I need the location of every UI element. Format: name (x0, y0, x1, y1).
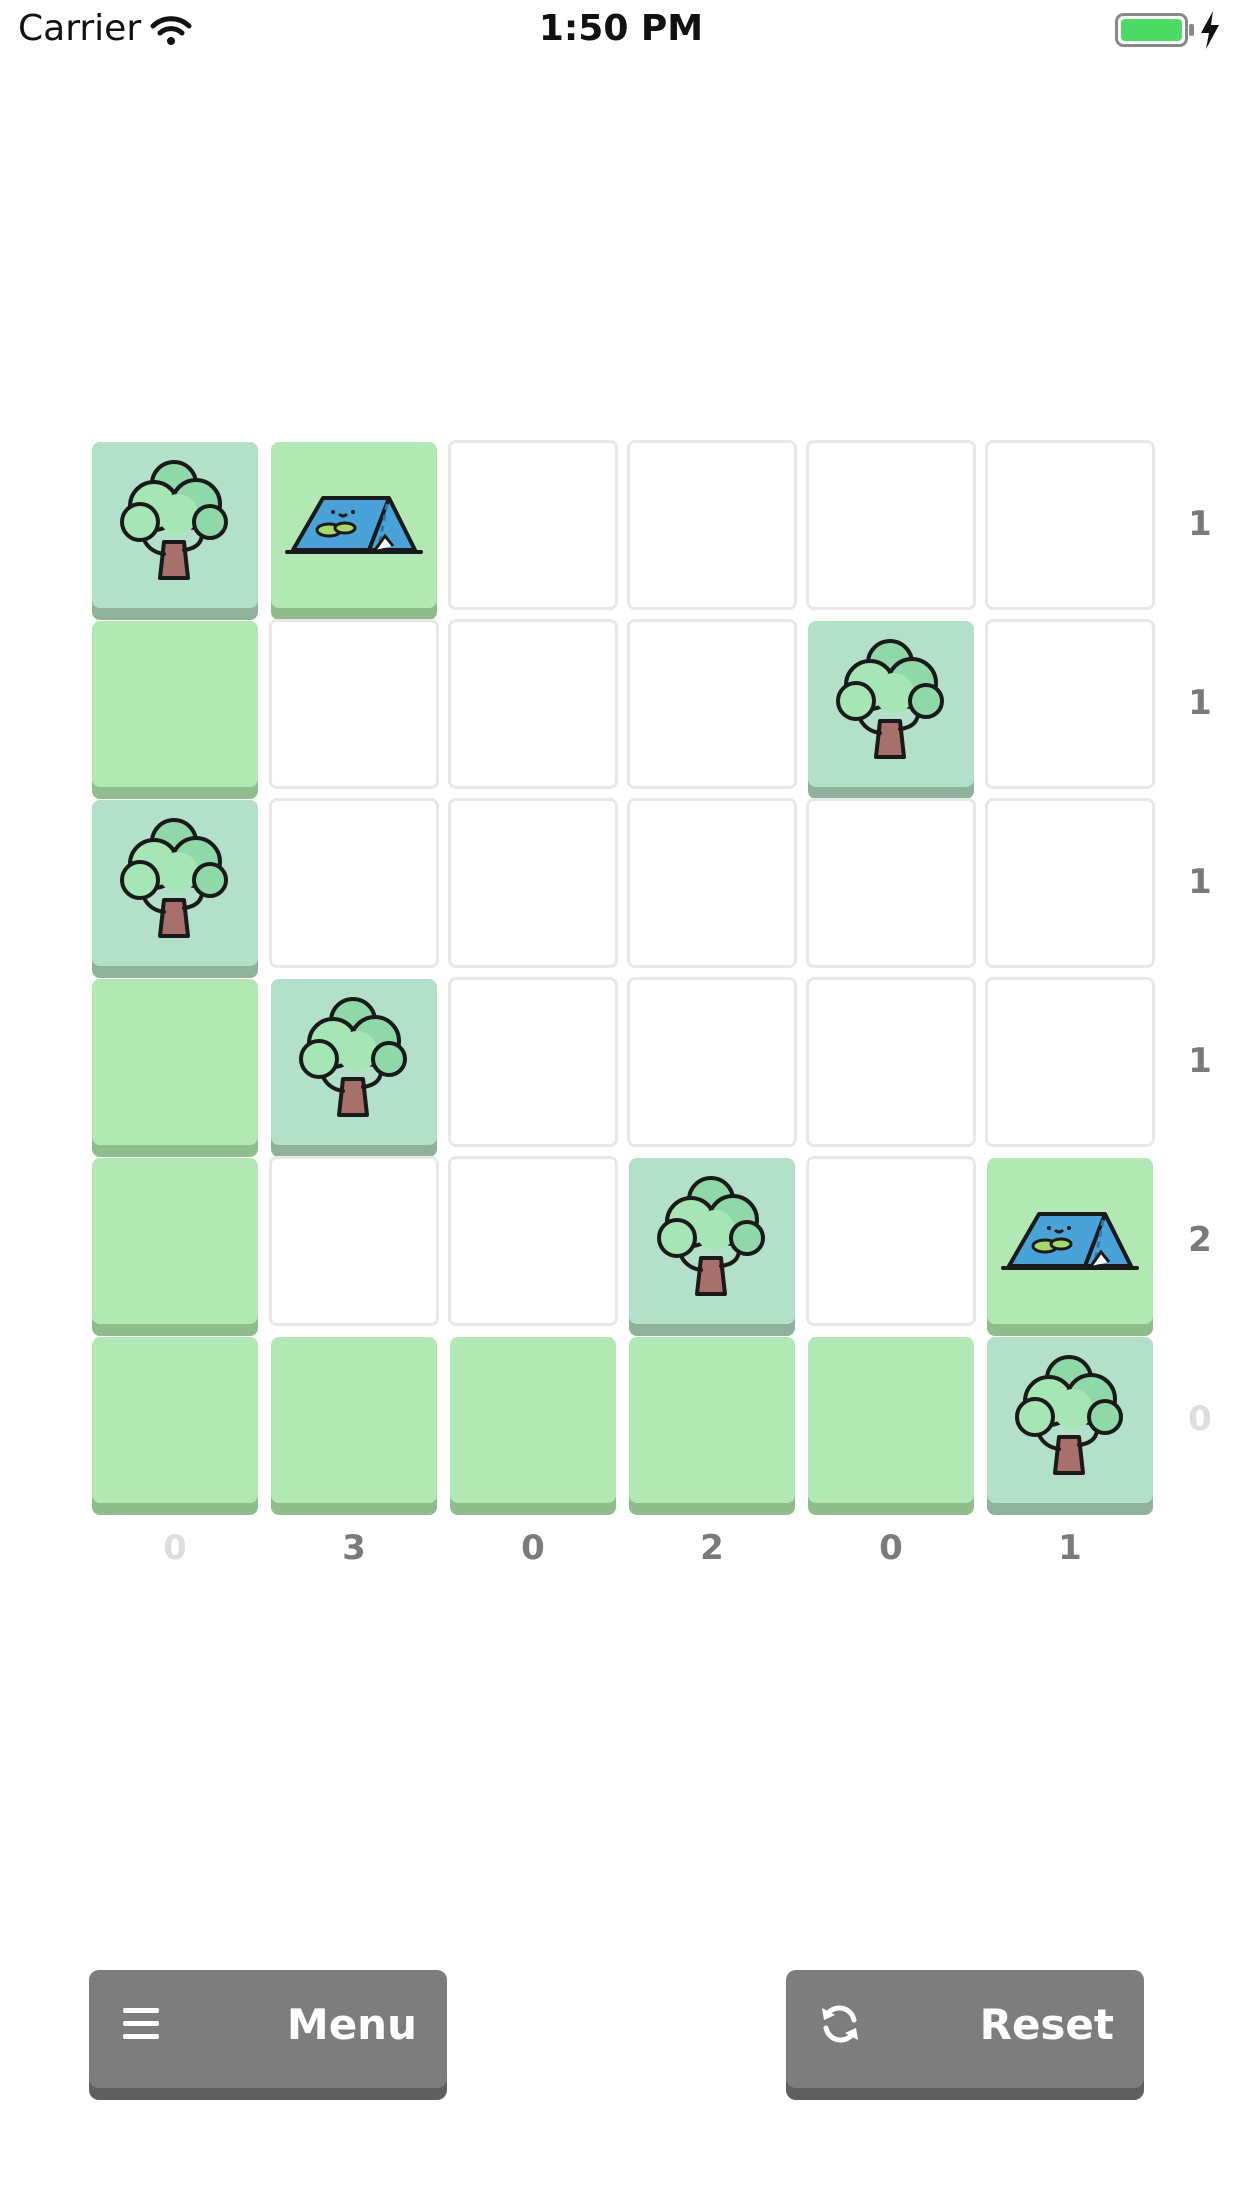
tree-icon (299, 997, 407, 1117)
reset-button-label: Reset (979, 2000, 1114, 2049)
row-clue-6: 0 (1188, 1399, 1212, 1439)
reset-button[interactable]: Reset (786, 1970, 1144, 2088)
board-row-6: 0 (92, 1337, 1242, 1509)
cell-grass-r6c3[interactable] (450, 1337, 616, 1503)
cell-grass-r6c1[interactable] (92, 1337, 258, 1503)
cell-tree-r5c4 (629, 1158, 795, 1324)
row-clue-5: 2 (1188, 1220, 1212, 1260)
refresh-icon (822, 2005, 858, 2043)
cell-empty-r1c6[interactable] (985, 440, 1155, 610)
cell-empty-r4c6[interactable] (985, 977, 1155, 1147)
tree-icon (120, 818, 228, 938)
cell-empty-r3c5[interactable] (806, 798, 976, 968)
board-row-5: 2 (92, 1156, 1242, 1330)
cell-grass-r6c2[interactable] (271, 1337, 437, 1503)
cell-empty-r3c3[interactable] (448, 798, 618, 968)
column-clue-3: 0 (521, 1528, 545, 1568)
cell-empty-r2c4[interactable] (627, 619, 797, 789)
cell-empty-r4c4[interactable] (627, 977, 797, 1147)
tree-icon (836, 639, 944, 759)
cell-empty-r3c6[interactable] (985, 798, 1155, 968)
cell-empty-r2c2[interactable] (269, 619, 439, 789)
clock: 1:50 PM (538, 8, 704, 49)
cell-tree-r3c1 (92, 800, 258, 966)
cell-grass-r4c1[interactable] (92, 979, 258, 1145)
cell-tent-r5c6[interactable] (987, 1158, 1153, 1324)
cell-empty-r5c5[interactable] (806, 1156, 976, 1326)
row-clue-2: 1 (1188, 683, 1212, 723)
row-clue-1: 1 (1188, 504, 1212, 544)
cell-grass-r6c4[interactable] (629, 1337, 795, 1503)
cell-empty-r1c3[interactable] (448, 440, 618, 610)
cell-tree-r4c2 (271, 979, 437, 1145)
menu-button[interactable]: Menu (89, 1970, 447, 2088)
cell-tree-r1c1 (92, 442, 258, 608)
cell-empty-r5c2[interactable] (269, 1156, 439, 1326)
menu-button-label: Menu (286, 2000, 417, 2049)
column-clue-2: 3 (342, 1528, 366, 1568)
board-row-3: 1 (92, 798, 1242, 972)
cell-tree-r6c6 (987, 1337, 1153, 1503)
cell-empty-r2c6[interactable] (985, 619, 1155, 789)
game-board: 1 1 1 1 2 0 (92, 440, 1242, 1592)
status-bar: Carrier 1:50 PM (0, 0, 1242, 60)
cell-tree-r2c5 (808, 621, 974, 787)
tree-icon (120, 460, 228, 580)
tree-icon (1015, 1355, 1123, 1475)
charging-bolt-icon (1201, 11, 1219, 49)
cell-empty-r5c3[interactable] (448, 1156, 618, 1326)
cell-empty-r4c5[interactable] (806, 977, 976, 1147)
cell-empty-r4c3[interactable] (448, 977, 618, 1147)
cell-empty-r3c2[interactable] (269, 798, 439, 968)
column-clue-6: 1 (1058, 1528, 1082, 1568)
cell-empty-r3c4[interactable] (627, 798, 797, 968)
battery-icon (1115, 13, 1194, 47)
hamburger-icon (123, 2008, 159, 2039)
cell-tent-r1c2[interactable] (271, 442, 437, 608)
cell-grass-r2c1[interactable] (92, 621, 258, 787)
cell-empty-r1c4[interactable] (627, 440, 797, 610)
tent-icon (285, 496, 423, 554)
cell-empty-r1c5[interactable] (806, 440, 976, 610)
row-clue-3: 1 (1188, 862, 1212, 902)
cell-empty-r2c3[interactable] (448, 619, 618, 789)
board-row-1: 1 (92, 440, 1242, 614)
column-clue-4: 2 (700, 1528, 724, 1568)
column-clue-1: 0 (163, 1528, 187, 1568)
tent-icon (1001, 1212, 1139, 1270)
cell-grass-r6c5[interactable] (808, 1337, 974, 1503)
tree-icon (657, 1176, 765, 1296)
board-row-4: 1 (92, 977, 1242, 1151)
cell-grass-r5c1[interactable] (92, 1158, 258, 1324)
board-row-2: 1 (92, 619, 1242, 793)
column-clue-5: 0 (879, 1528, 903, 1568)
row-clue-4: 1 (1188, 1041, 1212, 1081)
